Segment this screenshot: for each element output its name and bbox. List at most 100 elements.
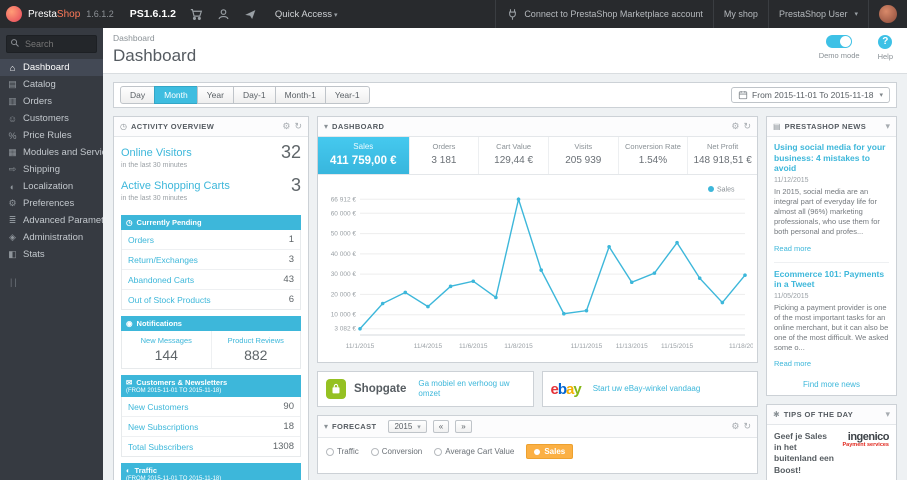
svg-text:Sales: Sales [717,187,735,194]
sidebar-item-catalog[interactable]: ▤ Catalog [0,76,103,93]
kpi-net-profit[interactable]: Net Profit 148 918,51 € [688,137,757,174]
cart-icon[interactable] [190,8,203,21]
forecast-year-select[interactable]: 2015 ▾ [388,420,427,433]
refresh-icon[interactable]: ↻ [743,421,751,432]
date-range-picker[interactable]: From 2015-11-01 To 2015-11-18 ▾ [731,87,890,103]
list-item-orders[interactable]: Orders 1 [122,230,300,250]
ebay-promo[interactable]: ebay Start uw eBay-winkel vandaag [541,371,758,407]
forecast-option-average-cart-value[interactable]: Average Cart Value [434,447,514,456]
online-visitors-link[interactable]: Online Visitors [121,147,192,159]
my-shop-link[interactable]: My shop [712,0,768,28]
forecast-next-button[interactable]: » [455,420,472,433]
breadcrumb: Dashboard [113,33,155,43]
kpi-cart-value[interactable]: Cart Value 129,44 € [479,137,549,174]
gear-icon[interactable]: ⚙ [731,121,739,132]
sidebar-item-customers[interactable]: ☺ Customers [0,110,103,127]
panel-title: FORECAST [332,422,377,431]
sidebar-item-stats[interactable]: ◧ Stats [0,246,103,263]
forecast-panel: ▾ FORECAST 2015 ▾ « » ⚙ ↻ Traffic Convers… [317,415,758,474]
bell-icon: ◉ [126,319,133,328]
mail-icon: ✉ [126,378,133,387]
gear-icon[interactable]: ⚙ [731,421,739,432]
period-month-button[interactable]: Month [154,86,198,104]
find-more-news-link[interactable]: Find more news [774,377,889,390]
sidebar-item-advanced-parameters[interactable]: ≣ Advanced Parameters [0,212,103,229]
panel-header: ▤ PRESTASHOP NEWS ▾ [767,117,896,137]
user-icon[interactable] [217,8,230,21]
news-article-title-link[interactable]: Using social media for your business: 4 … [774,142,889,174]
demo-mode-toggle[interactable]: Demo mode [819,35,860,61]
my-shop-label: My shop [723,9,758,19]
list-item-total-subscribers[interactable]: Total Subscribers 1308 [122,437,300,456]
shopgate-promo[interactable]: Shopgate Ga mobiel en verhoog uw omzet [317,371,534,407]
forecast-option-conversion[interactable]: Conversion [370,447,422,456]
search-icon [11,39,19,47]
sidebar-item-dashboard[interactable]: ⌂ Dashboard [0,59,103,76]
ebay-link[interactable]: Start uw eBay-winkel vandaag [593,384,701,394]
collapse-sidebar-button[interactable]: || [10,277,103,287]
shop-name: PS1.6.1.2 [129,8,176,20]
gear-icon[interactable]: ⚙ [282,121,290,132]
period-month-1-button[interactable]: Month-1 [274,86,326,104]
preferences-icon: ⚙ [8,198,17,208]
sidebar-item-administration[interactable]: ◈ Administration [0,229,103,246]
sidebar-item-localization[interactable]: ◐ Localization [0,178,103,195]
tips-headline: Geef je Sales in het buitenland een Boos… [774,431,834,475]
read-more-link[interactable]: Read more [774,244,811,253]
list-item-abandoned-carts[interactable]: Abandoned Carts 43 [122,270,300,290]
sidebar-item-modules[interactable]: ▦ Modules and Services [0,144,103,161]
right-column: ▤ PRESTASHOP NEWS ▾ Using social media f… [766,116,897,480]
help-button[interactable]: ? Help [878,35,893,61]
shopgate-wordmark: Shopgate [354,383,407,395]
help-label: Help [877,52,893,61]
new-messages-cell[interactable]: New Messages 144 [122,331,212,368]
page-header: Dashboard Dashboard Demo mode ? Help [103,28,907,74]
list-item-new-subscriptions[interactable]: New Subscriptions 18 [122,417,300,437]
refresh-icon[interactable]: ↻ [743,121,751,132]
list-item-returns[interactable]: Return/Exchanges 3 [122,250,300,270]
period-day-1-button[interactable]: Day-1 [232,86,276,104]
panel-header: ◷ ACTIVITY OVERVIEW ⚙ ↻ [114,117,308,137]
panel-header: ✱ TIPS OF THE DAY ▾ [767,405,896,426]
chevron-down-icon[interactable]: ▾ [885,121,890,132]
paper-plane-icon[interactable] [244,8,257,21]
activity-body: 32 Online Visitors in the last 30 minute… [114,137,308,480]
forecast-metric-options: Traffic Conversion Average Cart Value Sa… [326,444,749,459]
forecast-option-sales-active[interactable]: Sales [526,444,574,459]
caret-down-icon: ▾ [324,122,329,131]
chevron-down-icon[interactable]: ▾ [885,409,890,420]
kpi-sales[interactable]: Sales 411 759,00 € [318,137,410,174]
period-year-button[interactable]: Year [196,86,234,104]
forecast-prev-button[interactable]: « [432,420,450,433]
forecast-option-traffic[interactable]: Traffic [326,447,359,456]
sidebar-item-price-rules[interactable]: % Price Rules [0,127,103,144]
sidebar-item-orders[interactable]: ▥ Orders [0,93,103,110]
svg-text:3 082 €: 3 082 € [334,326,356,333]
topbar-left: PrestaShop 1.6.1.2 PS1.6.1.2 Quick Acces… [0,6,337,22]
sidebar-item-shipping[interactable]: ⇨ Shipping [0,161,103,178]
user-menu[interactable]: PrestaShop User ▾ [767,0,868,28]
sales-chart: 66 912 € 60 000 € 50 000 € 40 000 € 30 000 €… [331,186,761,350]
active-carts-link[interactable]: Active Shopping Carts [121,180,230,192]
list-item-new-customers[interactable]: New Customers 90 [122,397,300,417]
quick-access-menu[interactable]: Quick Access ▾ [275,9,338,20]
news-article-title-link[interactable]: Ecommerce 101: Payments in a Tweet [774,269,889,290]
traffic-header: ◐ Traffic (FROM 2015-11-01 TO 2015-11-18) [121,463,301,480]
shopgate-link[interactable]: Ga mobiel en verhoog uw omzet [418,379,524,399]
sidebar-item-preferences[interactable]: ⚙ Preferences [0,195,103,212]
kpi-orders[interactable]: Orders 3 181 [410,137,480,174]
toggle-switch[interactable] [826,35,853,48]
product-reviews-cell[interactable]: Product Reviews 882 [212,331,301,368]
panel-title: ACTIVITY OVERVIEW [130,122,215,131]
period-day-button[interactable]: Day [120,86,156,104]
user-avatar-item[interactable] [868,0,907,28]
marketplace-link[interactable]: Connect to PrestaShop Marketplace accoun… [495,0,713,28]
period-year-1-button[interactable]: Year-1 [324,86,370,104]
list-item-out-of-stock[interactable]: Out of Stock Products 6 [122,290,300,309]
ebay-wordmark: ebay [550,380,582,398]
kpi-conversion-rate[interactable]: Conversion Rate 1.54% [619,137,689,174]
kpi-visits[interactable]: Visits 205 939 [549,137,619,174]
read-more-link[interactable]: Read more [774,359,811,368]
chevron-down-icon: ▾ [333,11,338,19]
refresh-icon[interactable]: ↻ [294,121,302,132]
